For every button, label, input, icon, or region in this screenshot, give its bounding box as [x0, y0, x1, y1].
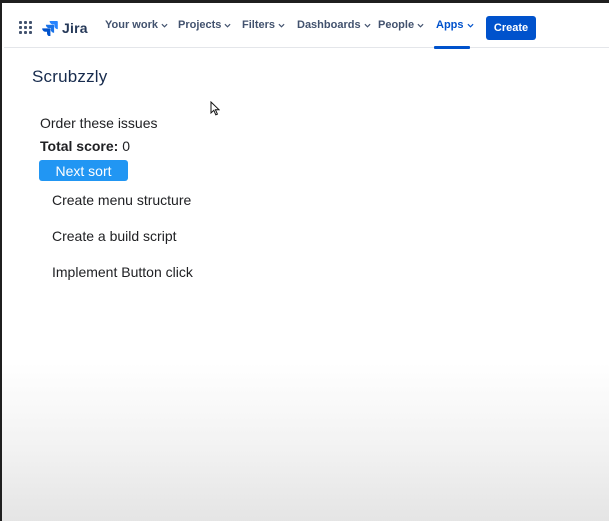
instructions-text: Order these issues — [40, 115, 158, 131]
nav-label: Apps — [436, 19, 464, 31]
nav-label: Filters — [242, 19, 276, 31]
chevron-down-icon — [161, 23, 168, 28]
score-label: Total score: — [40, 138, 119, 154]
jira-logo-icon — [42, 21, 58, 36]
nav-dashboards[interactable]: Dashboards — [297, 19, 371, 31]
chevron-down-icon — [278, 23, 285, 28]
total-score: Total score: 0 — [40, 138, 130, 154]
chevron-down-icon — [466, 23, 474, 28]
issue-item[interactable]: Create menu structure — [52, 192, 191, 208]
nav-people[interactable]: People — [378, 19, 424, 31]
create-button[interactable]: Create — [486, 16, 536, 40]
nav-apps[interactable]: Apps — [436, 19, 474, 31]
score-value: 0 — [122, 138, 130, 154]
nav-label: People — [378, 19, 415, 31]
app-title: Scrubzzly — [32, 67, 108, 86]
top-navigation: Jira Your work Projects Filters Dashboar… — [4, 6, 609, 49]
nav-projects[interactable]: Projects — [178, 19, 231, 31]
nav-label: Projects — [178, 19, 222, 31]
chevron-down-icon — [364, 23, 371, 28]
active-nav-indicator — [434, 46, 470, 49]
browser-frame: Jira Your work Projects Filters Dashboar… — [0, 0, 609, 521]
nav-your-work[interactable]: Your work — [105, 19, 168, 31]
issue-item[interactable]: Create a build script — [52, 228, 177, 244]
next-sort-button[interactable]: Next sort — [39, 160, 128, 181]
nav-filters[interactable]: Filters — [242, 19, 285, 31]
issue-item[interactable]: Implement Button click — [52, 264, 193, 280]
mouse-cursor-icon — [210, 101, 220, 116]
chevron-down-icon — [224, 23, 231, 28]
app-switcher-icon[interactable] — [19, 21, 33, 35]
chevron-down-icon — [417, 23, 424, 28]
nav-label: Dashboards — [297, 19, 361, 31]
jira-logo[interactable]: Jira — [42, 18, 88, 38]
logo-text: Jira — [62, 20, 88, 36]
nav-label: Your work — [105, 19, 158, 31]
